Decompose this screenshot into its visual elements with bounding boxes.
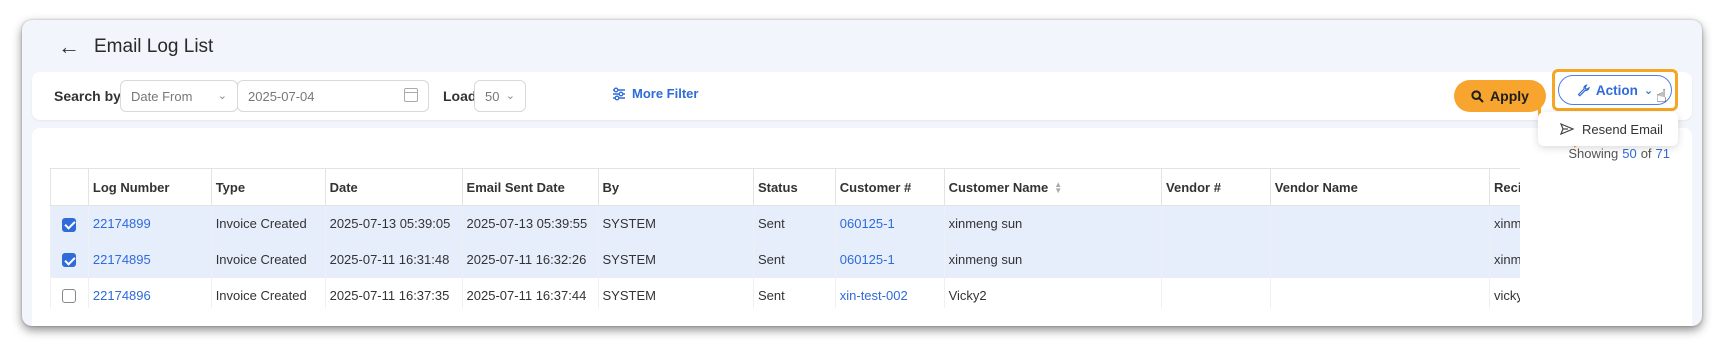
vendor-name-cell bbox=[1269, 241, 1490, 278]
log-number-link[interactable]: 22174899 bbox=[87, 205, 212, 242]
apply-button[interactable]: Apply bbox=[1454, 80, 1546, 112]
vendor-no-cell bbox=[1161, 205, 1271, 242]
type-cell: Invoice Created bbox=[210, 277, 326, 308]
email-sent-date-cell: 2025-07-11 16:37:44 bbox=[461, 277, 598, 308]
more-filter-label: More Filter bbox=[632, 86, 699, 101]
showing-count: Showing 50 of 71 bbox=[1568, 146, 1674, 161]
load-label: Load bbox=[443, 88, 477, 104]
table-row[interactable]: 22174895 Invoice Created 2025-07-11 16:31:… bbox=[50, 241, 1520, 278]
date-cell: 2025-07-11 16:31:48 bbox=[324, 241, 463, 278]
send-icon bbox=[1560, 123, 1574, 135]
load-value: 50 bbox=[485, 88, 500, 104]
type-cell: Invoice Created bbox=[210, 241, 326, 278]
col-vendor-no[interactable]: Vendor # bbox=[1161, 168, 1271, 206]
hand-cursor-icon: ☝ bbox=[1656, 86, 1667, 106]
checkbox-cell bbox=[50, 277, 89, 308]
recipient-cell: vicky bbox=[1489, 277, 1520, 308]
wrench-icon bbox=[1577, 83, 1590, 97]
search-by-label: Search by bbox=[54, 88, 121, 104]
email-sent-date-cell: 2025-07-11 16:32:26 bbox=[461, 241, 598, 278]
vendor-no-cell bbox=[1161, 277, 1271, 308]
chevron-down-icon: ⌄ bbox=[1643, 84, 1654, 97]
date-value: 2025-07-04 bbox=[248, 88, 315, 104]
col-recipient[interactable]: Reci bbox=[1489, 168, 1520, 206]
col-customer-no[interactable]: Customer # bbox=[834, 168, 945, 206]
showing-prefix: Showing bbox=[1568, 146, 1619, 161]
more-filter-button[interactable]: More Filter bbox=[612, 86, 698, 101]
recipient-cell: xinm bbox=[1489, 205, 1520, 242]
load-select[interactable]: 50 ⌄ bbox=[474, 80, 526, 112]
recipient-cell: xinm bbox=[1489, 241, 1520, 278]
email-log-table: Log Number Type Date Email Sent Date By … bbox=[50, 168, 1520, 308]
by-cell: SYSTEM bbox=[597, 241, 754, 278]
action-button[interactable]: Action ⌄ bbox=[1558, 75, 1672, 105]
row-checkbox[interactable] bbox=[62, 253, 77, 268]
checkbox-cell bbox=[50, 205, 89, 242]
col-vendor-name[interactable]: Vendor Name bbox=[1269, 168, 1491, 206]
col-by[interactable]: By bbox=[597, 168, 754, 206]
col-customer-name[interactable]: Customer Name ▲ ▼ bbox=[943, 168, 1163, 206]
customer-no-link[interactable]: xin-test-002 bbox=[834, 277, 945, 308]
sliders-icon bbox=[613, 87, 625, 100]
table-card: Showing 50 of 71 Log Number Type Date Email… bbox=[32, 128, 1692, 326]
log-number-link[interactable]: 22174896 bbox=[87, 277, 212, 308]
date-from-input[interactable]: 2025-07-04 bbox=[237, 80, 429, 112]
vendor-no-cell bbox=[1161, 241, 1271, 278]
col-log-number[interactable]: Log Number bbox=[87, 168, 212, 206]
search-by-select[interactable]: Date From ⌄ bbox=[120, 80, 238, 112]
menu-item-resend-email[interactable]: Resend Email bbox=[1582, 122, 1663, 137]
email-log-window: ← Email Log List Search by Date From ⌄ 2… bbox=[22, 20, 1702, 326]
showing-count-value: 50 bbox=[1622, 146, 1637, 161]
calendar-icon[interactable] bbox=[404, 88, 418, 102]
email-sent-date-cell: 2025-07-13 05:39:55 bbox=[461, 205, 598, 242]
customer-name-cell: xinmeng sun bbox=[943, 205, 1162, 242]
col-status[interactable]: Status bbox=[752, 168, 836, 206]
action-label: Action bbox=[1595, 82, 1638, 98]
status-cell: Sent bbox=[752, 205, 836, 242]
vendor-name-cell bbox=[1269, 205, 1490, 242]
checkbox-cell bbox=[50, 241, 89, 278]
customer-no-link[interactable]: 060125-1 bbox=[834, 241, 945, 278]
apply-label: Apply bbox=[1490, 88, 1529, 104]
action-dropdown-menu: Resend Email bbox=[1538, 112, 1678, 146]
log-number-link[interactable]: 22174895 bbox=[87, 241, 212, 278]
chevron-down-icon: ⌄ bbox=[217, 90, 227, 102]
filter-bar: Search by Date From ⌄ 2025-07-04 Load 50… bbox=[32, 72, 1692, 120]
status-cell: Sent bbox=[752, 277, 836, 308]
customer-name-cell: Vicky2 bbox=[943, 277, 1162, 308]
col-customer-name-label: Customer Name bbox=[948, 179, 1049, 195]
sort-icon[interactable]: ▲ ▼ bbox=[1054, 181, 1062, 195]
type-cell: Invoice Created bbox=[210, 205, 326, 242]
col-type[interactable]: Type bbox=[210, 168, 326, 206]
search-by-value: Date From bbox=[131, 88, 193, 104]
back-arrow-icon[interactable]: ← bbox=[58, 36, 80, 58]
showing-total: 71 bbox=[1655, 146, 1670, 161]
row-checkbox[interactable] bbox=[62, 217, 77, 232]
by-cell: SYSTEM bbox=[597, 277, 754, 308]
search-icon bbox=[1471, 89, 1484, 103]
title-row: ← Email Log List bbox=[58, 36, 213, 58]
customer-no-link[interactable]: 060125-1 bbox=[834, 205, 945, 242]
row-checkbox[interactable] bbox=[62, 289, 77, 304]
vendor-name-cell bbox=[1269, 277, 1490, 308]
customer-name-cell: xinmeng sun bbox=[943, 241, 1162, 278]
date-cell: 2025-07-13 05:39:05 bbox=[324, 205, 463, 242]
date-cell: 2025-07-11 16:37:35 bbox=[324, 277, 463, 308]
table-row[interactable]: 22174899 Invoice Created 2025-07-13 05:39:… bbox=[50, 205, 1520, 242]
status-cell: Sent bbox=[752, 241, 836, 278]
col-email-sent-date[interactable]: Email Sent Date bbox=[461, 168, 599, 206]
table-header-row: Log Number Type Date Email Sent Date By … bbox=[50, 168, 1520, 206]
by-cell: SYSTEM bbox=[597, 205, 754, 242]
select-all-header bbox=[50, 168, 89, 206]
page-title: Email Log List bbox=[94, 36, 214, 57]
col-date[interactable]: Date bbox=[324, 168, 463, 206]
chevron-down-icon: ⌄ bbox=[505, 90, 515, 102]
showing-of: of bbox=[1640, 146, 1652, 161]
table-row[interactable]: 22174896 Invoice Created 2025-07-11 16:37:… bbox=[50, 277, 1520, 308]
